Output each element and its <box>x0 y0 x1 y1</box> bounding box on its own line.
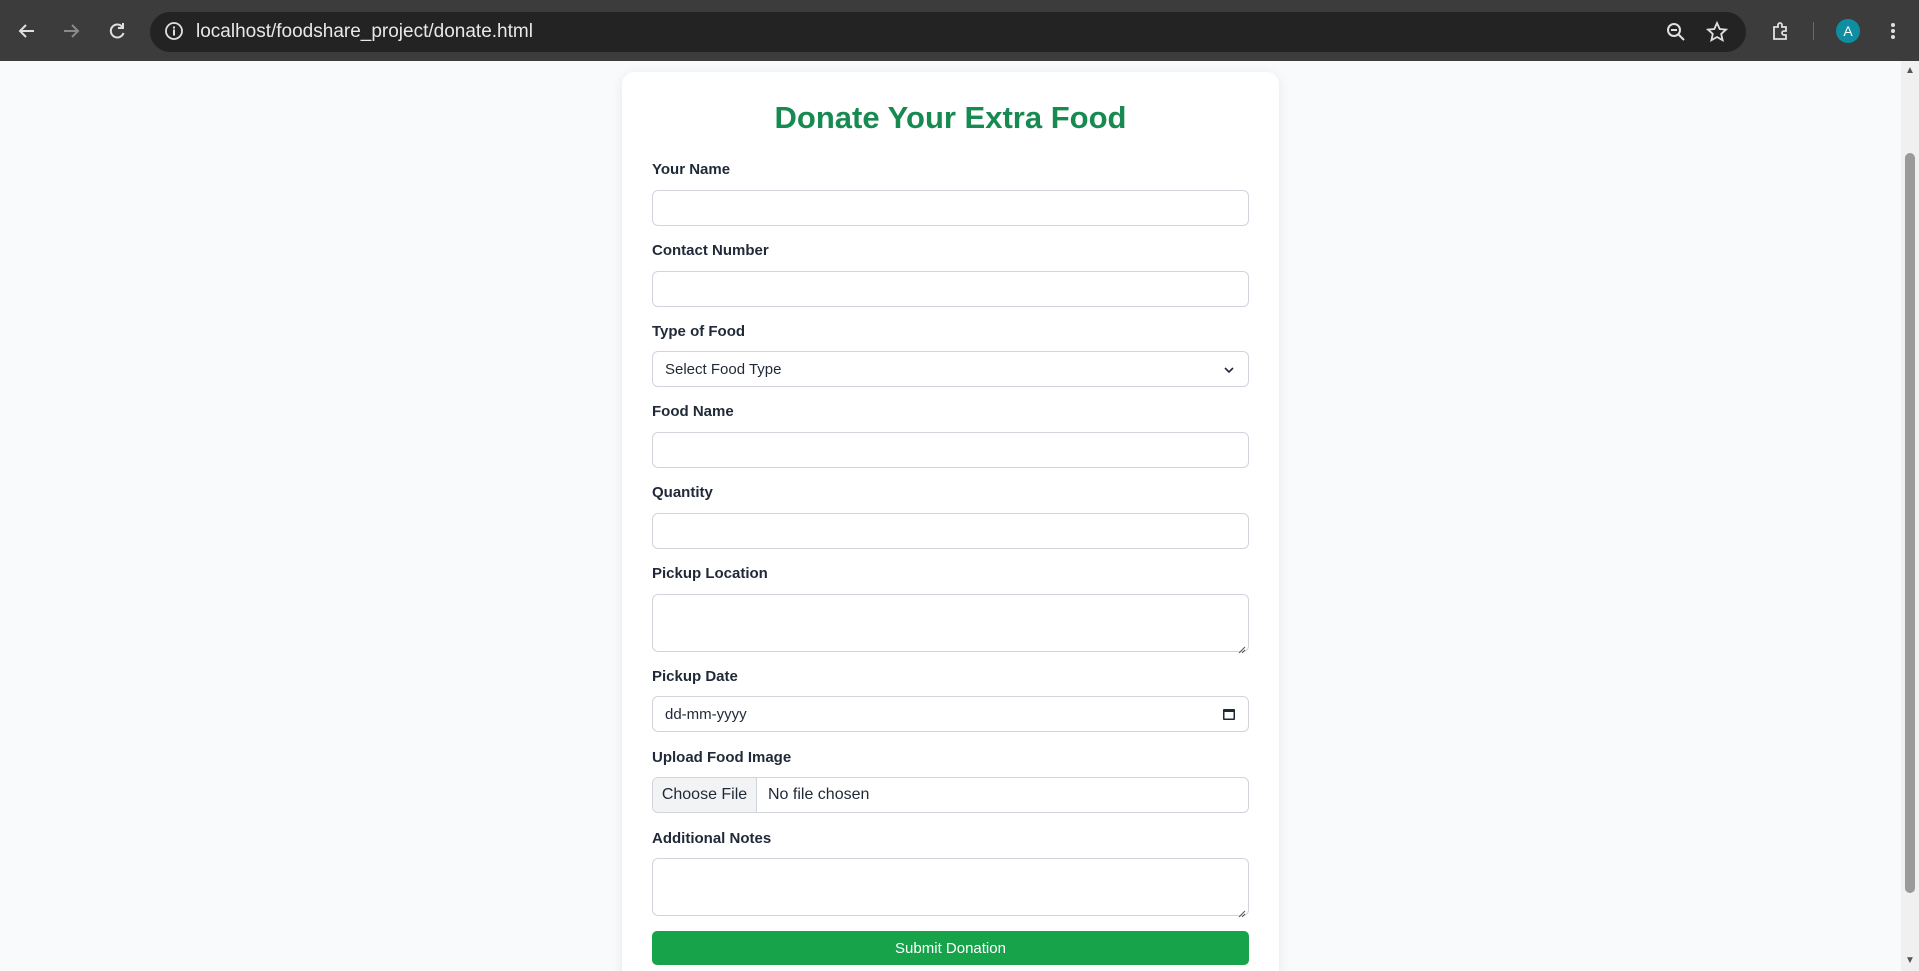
resize-handle-icon[interactable] <box>1238 905 1246 918</box>
site-info-icon[interactable] <box>164 21 184 46</box>
scroll-down-arrow-icon[interactable]: ▼ <box>1904 955 1916 967</box>
pickup-date-placeholder: dd-mm-yyyy <box>665 706 747 723</box>
page-scrollbar[interactable]: ▲ ▼ <box>1901 61 1919 971</box>
pickup-location-label: Pickup Location <box>652 565 768 582</box>
zoom-icon[interactable] <box>1666 22 1686 47</box>
submit-donation-button[interactable]: Submit Donation <box>652 931 1249 965</box>
pickup-date-input[interactable]: dd-mm-yyyy <box>652 696 1249 732</box>
menu-icon[interactable] <box>1880 18 1906 44</box>
upload-label: Upload Food Image <box>652 749 792 766</box>
chevron-down-icon <box>1222 363 1236 382</box>
reload-icon[interactable] <box>104 18 130 44</box>
quantity-label: Quantity <box>652 484 713 501</box>
resize-handle-icon[interactable] <box>1238 641 1246 654</box>
pickup-location-textarea[interactable] <box>652 594 1249 654</box>
back-icon[interactable] <box>14 18 40 44</box>
food-type-label: Type of Food <box>652 323 746 340</box>
food-name-label: Food Name <box>652 403 734 420</box>
browser-toolbar: localhost/foodshare_project/donate.html … <box>0 0 1919 61</box>
contact-label: Contact Number <box>652 242 769 259</box>
quantity-input[interactable] <box>652 513 1249 549</box>
profile-avatar[interactable]: A <box>1836 19 1860 43</box>
scroll-thumb[interactable] <box>1905 153 1915 893</box>
contact-input[interactable] <box>652 271 1249 307</box>
bookmark-star-icon[interactable] <box>1705 20 1729 48</box>
url-text[interactable]: localhost/foodshare_project/donate.html <box>196 21 533 43</box>
name-label: Your Name <box>652 161 731 178</box>
donation-form-card: Donate Your Extra Food Your Name Contact… <box>622 72 1279 971</box>
extensions-icon[interactable] <box>1768 18 1794 44</box>
pickup-date-label: Pickup Date <box>652 668 738 685</box>
choose-file-button[interactable]: Choose File <box>653 778 757 812</box>
scroll-up-arrow-icon[interactable]: ▲ <box>1904 65 1916 77</box>
toolbar-separator <box>1813 22 1814 40</box>
calendar-icon[interactable] <box>1222 707 1236 726</box>
address-bar[interactable]: localhost/foodshare_project/donate.html <box>150 12 1746 52</box>
page-title: Donate Your Extra Food <box>774 100 1127 135</box>
food-type-selected-value: Select Food Type <box>665 361 782 378</box>
file-upload-input[interactable]: Choose File No file chosen <box>652 777 1249 813</box>
notes-label: Additional Notes <box>652 830 772 847</box>
food-name-input[interactable] <box>652 432 1249 468</box>
notes-textarea[interactable] <box>652 858 1249 918</box>
food-type-select[interactable]: Select Food Type <box>652 351 1249 387</box>
forward-icon[interactable] <box>58 18 84 44</box>
file-status-text: No file chosen <box>768 786 870 803</box>
name-input[interactable] <box>652 190 1249 226</box>
